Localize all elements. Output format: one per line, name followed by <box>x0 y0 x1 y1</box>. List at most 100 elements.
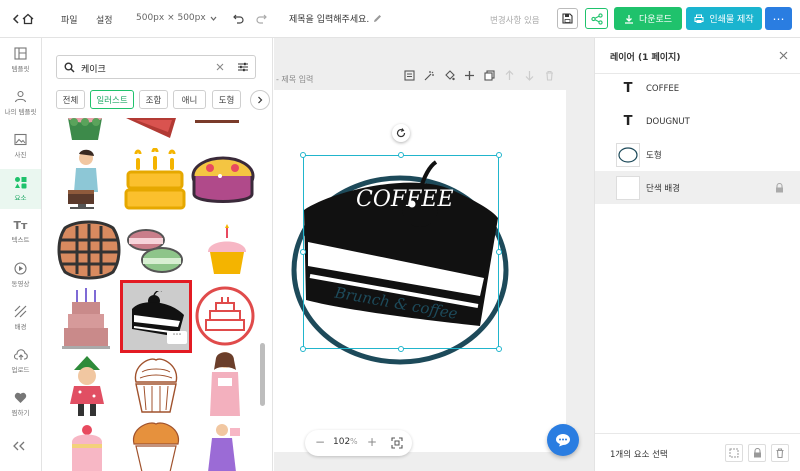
thumb-cupcake-green[interactable] <box>60 118 110 144</box>
group-button[interactable] <box>725 444 743 462</box>
thumb-cake-top[interactable] <box>192 118 242 130</box>
canvas-area: - 제목 입력 COFFEE Brunch & coffee <box>274 38 594 471</box>
layer-row[interactable]: T COFFEE <box>595 72 800 105</box>
layer-row[interactable]: T DOUGNUT <box>595 105 800 138</box>
title-field[interactable]: 제목을 입력해주세요. <box>289 12 382 25</box>
filter-icon[interactable] <box>237 61 249 73</box>
thumb-girl-purple[interactable] <box>206 422 242 471</box>
close-icon[interactable] <box>779 51 788 60</box>
shape-layer-icon <box>616 142 640 167</box>
zoom-value[interactable]: 102 <box>333 437 350 447</box>
magic-icon[interactable] <box>424 70 435 81</box>
undo-icon[interactable] <box>233 13 244 24</box>
clear-icon[interactable] <box>216 63 224 71</box>
zoom-control: − 102 % + <box>305 430 412 456</box>
note-icon[interactable] <box>404 70 415 81</box>
thumb-cupcake-orange[interactable] <box>130 420 182 471</box>
nav-photo[interactable]: 사진 <box>0 126 41 166</box>
delete-layer-button[interactable] <box>771 444 789 462</box>
nav-template[interactable]: 템플릿 <box>0 40 41 80</box>
thumb-cupcake-sketch[interactable] <box>130 356 182 416</box>
chips-next-button[interactable] <box>250 90 270 110</box>
thumb-cake-slice-selected[interactable]: ⋯ <box>120 280 192 353</box>
chat-button[interactable] <box>547 424 579 456</box>
nav-label: 요소 <box>14 194 27 202</box>
thumb-girl-strawberry[interactable] <box>64 356 110 420</box>
nav-label: 배경 <box>14 323 27 331</box>
arrow-up-icon[interactable] <box>504 70 515 81</box>
thumb-macarons[interactable] <box>126 226 184 276</box>
thumb-baker-woman[interactable] <box>64 148 104 212</box>
layers-title: 레이어 (1 페이지) <box>610 53 681 63</box>
chip-all[interactable]: 전체 <box>56 90 85 109</box>
search-input[interactable]: 케이크 <box>81 62 106 75</box>
thumb-pink-cake[interactable] <box>68 424 106 471</box>
duplicate-icon[interactable] <box>484 70 495 81</box>
nav-my-template[interactable]: 나의 템플릿 <box>0 83 41 123</box>
chip-animation[interactable]: 애니 <box>173 90 206 109</box>
nav-label: 사진 <box>14 151 27 159</box>
zoom-in-button[interactable]: + <box>367 435 377 449</box>
thumb-cake-circle-red[interactable] <box>194 285 256 347</box>
lock-layer-button[interactable] <box>748 444 766 462</box>
thumb-cake-slice-red[interactable] <box>126 118 178 142</box>
layer-row-background[interactable]: 단색 배경 <box>595 171 800 204</box>
save-button[interactable] <box>557 8 578 29</box>
page-label[interactable]: - 제목 입력 <box>276 74 313 85</box>
ellipsis-icon: ⋯ <box>772 11 785 26</box>
search-box[interactable]: 케이크 <box>56 55 256 79</box>
resize-handle-nw[interactable] <box>300 152 306 158</box>
resize-handle-w[interactable] <box>300 249 306 255</box>
trash-icon[interactable] <box>544 70 555 81</box>
size-selector[interactable]: 500px × 500px <box>136 13 217 23</box>
my-template-icon <box>14 90 27 103</box>
add-page-icon[interactable] <box>464 70 475 81</box>
photo-icon <box>14 133 27 146</box>
resize-handle-s[interactable] <box>398 346 404 352</box>
resize-handle-ne[interactable] <box>496 152 502 158</box>
paint-bucket-icon[interactable] <box>444 70 455 81</box>
share-button[interactable] <box>585 8 608 29</box>
menu-settings[interactable]: 설정 <box>96 13 113 26</box>
menu-file[interactable]: 파일 <box>61 13 78 26</box>
nav-background[interactable]: 배경 <box>0 298 41 338</box>
resize-handle-se[interactable] <box>496 346 502 352</box>
print-order-button[interactable]: 인쇄물 제작 <box>686 7 762 30</box>
panel-scrollbar[interactable] <box>260 343 265 406</box>
back-home-button[interactable] <box>12 11 40 27</box>
more-options-button[interactable]: ⋯ <box>765 7 792 30</box>
arrow-down-icon[interactable] <box>524 70 535 81</box>
zoom-out-button[interactable]: − <box>315 435 325 449</box>
rotate-handle[interactable] <box>392 124 410 142</box>
download-button[interactable]: 다운로드 <box>614 7 682 30</box>
resize-handle-sw[interactable] <box>300 346 306 352</box>
nav-upload[interactable]: 업로드 <box>0 341 41 381</box>
thumb-waffle[interactable] <box>57 220 121 280</box>
left-nav: 템플릿 나의 템플릿 사진 요소 Tт 텍스트 동영상 배경 업로드 찜하기 <box>0 38 42 471</box>
nav-label: 나의 템플릿 <box>4 108 37 116</box>
chip-combo[interactable]: 조합 <box>139 90 168 109</box>
design-page[interactable]: COFFEE Brunch & coffee <box>274 90 566 452</box>
lock-icon <box>753 448 761 458</box>
resize-handle-n[interactable] <box>398 152 404 158</box>
thumb-cake-colorful[interactable] <box>190 154 256 210</box>
top-bar: 파일 설정 500px × 500px 제목을 입력해주세요. 변경사항 있음 … <box>0 0 800 38</box>
chip-shape[interactable]: 도형 <box>212 90 241 109</box>
redo-icon[interactable] <box>256 13 267 24</box>
nav-text[interactable]: Tт 텍스트 <box>0 212 41 252</box>
layer-row[interactable]: 도형 <box>595 138 800 171</box>
selection-box[interactable] <box>303 155 499 349</box>
lock-icon[interactable] <box>775 183 784 193</box>
resize-handle-e[interactable] <box>496 249 502 255</box>
thumb-more-button[interactable]: ⋯ <box>167 331 187 344</box>
collapse-nav-button[interactable] <box>13 441 25 454</box>
nav-elements[interactable]: 요소 <box>0 169 41 209</box>
thumb-layer-cake-candles[interactable] <box>62 288 110 350</box>
fit-screen-icon[interactable] <box>391 437 403 449</box>
nav-video[interactable]: 동영상 <box>0 255 41 295</box>
thumb-birthday-cake-yellow[interactable] <box>124 148 186 212</box>
thumb-cupcake-candle[interactable] <box>202 224 252 280</box>
thumb-woman-cake[interactable] <box>206 350 244 418</box>
nav-favorite[interactable]: 찜하기 <box>0 384 41 424</box>
chip-illustration[interactable]: 일러스트 <box>90 90 134 109</box>
